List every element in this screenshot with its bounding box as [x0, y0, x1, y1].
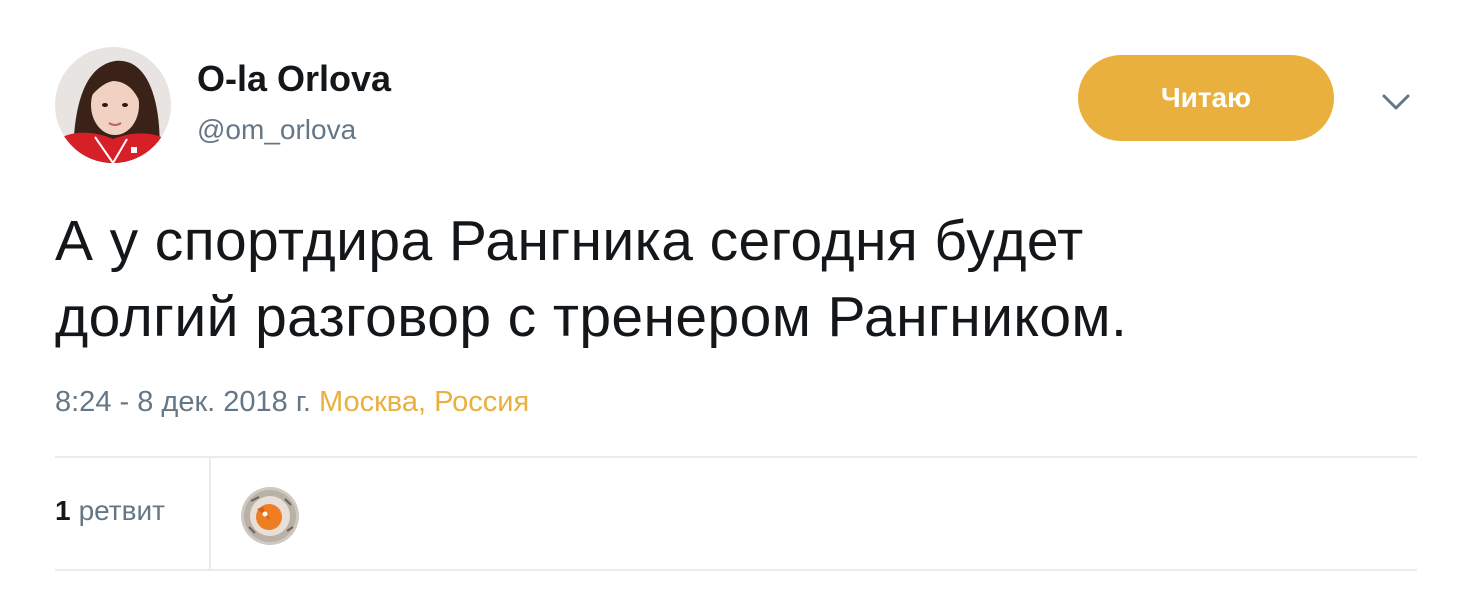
display-name[interactable]: O-la Orlova: [197, 57, 391, 101]
retweet-stat[interactable]: 1 ретвит: [55, 493, 165, 529]
retweet-count: 1: [55, 495, 71, 526]
retweeter-avatar[interactable]: [241, 487, 299, 545]
tweet-timestamp[interactable]: 8:24 - 8 дек. 2018 г.: [55, 386, 311, 418]
tweet-location[interactable]: Москва, Россия: [319, 386, 529, 418]
tweet-meta: 8:24 - 8 дек. 2018 г. Москва, Россия: [55, 384, 529, 420]
tweet-text-line: долгий разговор с тренером Рангником.: [55, 285, 1128, 349]
following-button[interactable]: Читаю: [1078, 55, 1334, 141]
tweet-text: А у спортдира Рангника сегодня будет дол…: [55, 203, 1415, 355]
divider: [55, 569, 1417, 571]
chevron-down-icon[interactable]: [1376, 86, 1416, 118]
retweet-label: ретвит: [78, 495, 165, 526]
user-handle[interactable]: @om_orlova: [197, 113, 356, 147]
divider: [209, 458, 211, 569]
tweet-text-line: А у спортдира Рангника сегодня будет: [55, 209, 1084, 273]
divider: [55, 456, 1417, 458]
user-avatar[interactable]: [55, 47, 171, 163]
